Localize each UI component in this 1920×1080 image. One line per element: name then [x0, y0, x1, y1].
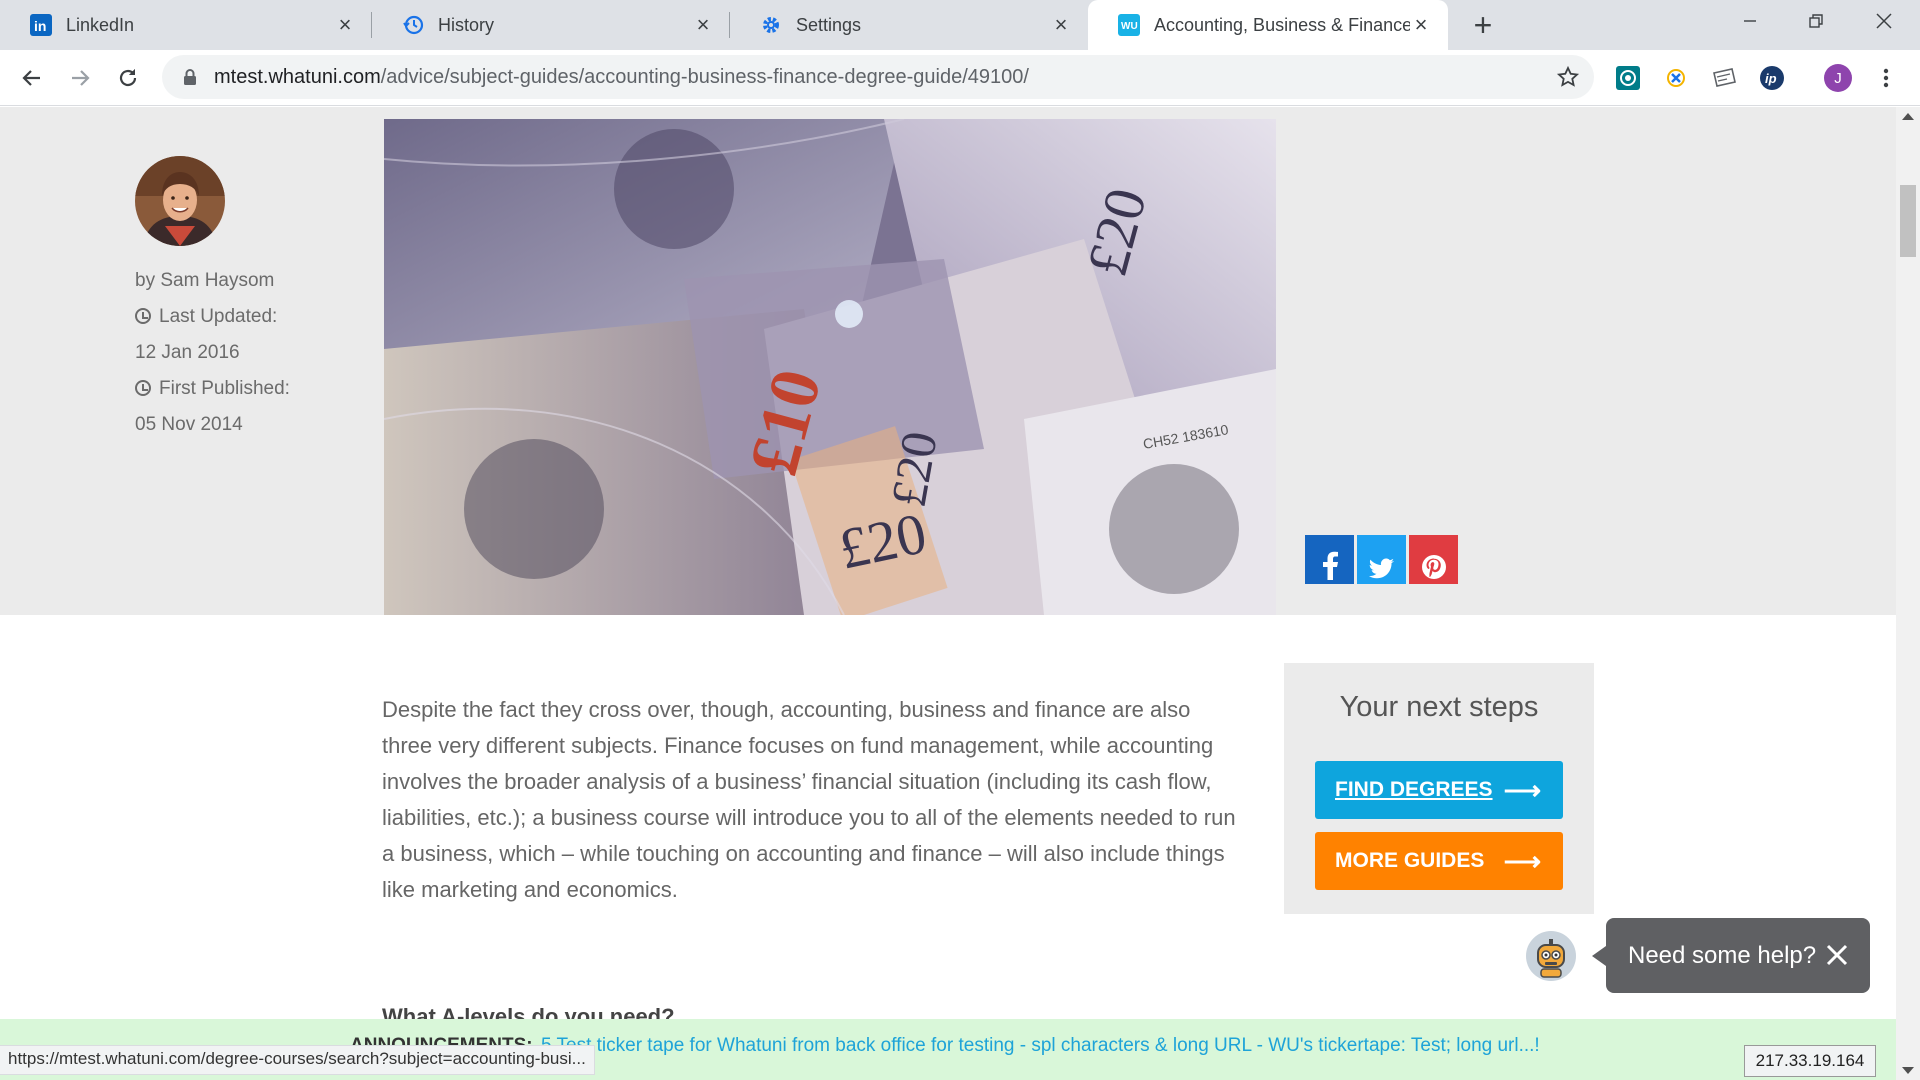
- page-scrollbar[interactable]: [1896, 107, 1920, 1080]
- author-avatar: [135, 156, 225, 246]
- extension-ip-icon[interactable]: ip: [1758, 64, 1786, 92]
- twitter-icon: [1368, 558, 1394, 579]
- first-published-date: 05 Nov 2014: [135, 414, 243, 435]
- reload-button[interactable]: [110, 60, 146, 96]
- last-updated-row: Last Updated:: [135, 299, 290, 335]
- lock-icon[interactable]: [180, 67, 200, 87]
- pinterest-share-button[interactable]: [1409, 535, 1458, 584]
- close-icon[interactable]: ×: [1050, 12, 1072, 37]
- author-meta: by Sam Haysom Last Updated: 12 Jan 2016 …: [135, 263, 290, 443]
- more-guides-button[interactable]: MORE GUIDES ⟶: [1315, 832, 1563, 890]
- tab-accounting-guide[interactable]: WU Accounting, Business & Finance D ×: [1088, 0, 1448, 50]
- tab-title: LinkedIn: [66, 14, 135, 35]
- scroll-up-arrow-icon[interactable]: [1902, 113, 1914, 120]
- arrow-right-icon: ⟶: [1503, 846, 1541, 876]
- help-text: Need some help?: [1628, 941, 1817, 969]
- restore-button[interactable]: [1788, 0, 1844, 42]
- article-paragraph: Despite the fact they cross over, though…: [382, 697, 1236, 902]
- arrow-left-icon: [22, 70, 40, 86]
- scrollbar-thumb[interactable]: [1900, 185, 1916, 257]
- arrow-right-icon: [72, 70, 90, 86]
- back-button[interactable]: [14, 60, 50, 96]
- new-tab-button[interactable]: +: [1466, 7, 1500, 43]
- first-published-row: First Published:: [135, 371, 290, 407]
- tab-title: History: [438, 14, 495, 35]
- next-steps-title: Your next steps: [1339, 691, 1539, 723]
- forward-button[interactable]: [62, 60, 98, 96]
- bookmark-star-icon[interactable]: [1556, 65, 1580, 89]
- help-chat-bubble[interactable]: Need some help?: [1592, 918, 1870, 993]
- linkedin-icon: in: [30, 14, 52, 36]
- extension-compass-icon[interactable]: [1662, 64, 1690, 92]
- svg-text:in: in: [34, 18, 46, 34]
- ip-address-badge: 217.33.19.164: [1744, 1045, 1876, 1077]
- gear-icon: [760, 14, 782, 36]
- address-bar[interactable]: mtest.whatuni.com/advice/subject-guides/…: [162, 55, 1594, 99]
- profile-avatar[interactable]: J: [1824, 64, 1852, 92]
- status-bar-url: https://mtest.whatuni.com/degree-courses…: [0, 1045, 595, 1075]
- tab-strip: in LinkedIn × History × Settings × WU Ac…: [0, 0, 1920, 50]
- more-guides-label: MORE GUIDES: [1335, 849, 1485, 872]
- last-updated-date: 12 Jan 2016: [135, 342, 240, 363]
- url-path: /advice/subject-guides/accounting-busine…: [380, 65, 1029, 88]
- pinterest-icon: [1421, 555, 1446, 579]
- clock-icon: [135, 308, 151, 324]
- extension-card-icon[interactable]: [1710, 64, 1738, 92]
- close-icon[interactable]: [1824, 942, 1850, 968]
- first-published-label: First Published:: [159, 378, 290, 399]
- url-text: mtest.whatuni.com/advice/subject-guides/…: [214, 66, 1029, 89]
- profile-initial: J: [1834, 69, 1842, 87]
- author-byline: by Sam Haysom: [135, 270, 275, 291]
- facebook-icon: [1322, 551, 1338, 580]
- tab-history[interactable]: History ×: [372, 0, 730, 50]
- extension-teal-icon[interactable]: [1614, 64, 1642, 92]
- twitter-share-button[interactable]: [1357, 535, 1406, 584]
- svg-text:ip: ip: [1765, 71, 1777, 86]
- arrow-right-icon: ⟶: [1503, 775, 1541, 805]
- tab-title: Settings: [796, 14, 862, 35]
- url-host: mtest.whatuni.com: [214, 65, 381, 88]
- tab-title: Accounting, Business & Finance D: [1154, 14, 1410, 35]
- whatuni-icon: WU: [1118, 14, 1140, 36]
- announcement-link[interactable]: 5 Test ticker tape for Whatuni from back…: [541, 1035, 1540, 1057]
- find-degrees-label: FIND DEGREES: [1335, 778, 1493, 801]
- chatbot-robot-icon[interactable]: [1526, 931, 1576, 981]
- minimize-button[interactable]: [1722, 0, 1778, 42]
- next-steps-panel: Your next steps FIND DEGREES ⟶ MORE GUID…: [1284, 663, 1594, 914]
- tab-linkedin[interactable]: in LinkedIn ×: [0, 0, 372, 50]
- close-icon[interactable]: ×: [692, 12, 714, 37]
- reload-icon: [119, 69, 137, 87]
- clock-icon: [135, 380, 151, 396]
- scroll-down-arrow-icon[interactable]: [1902, 1067, 1914, 1074]
- facebook-share-button[interactable]: [1305, 535, 1354, 584]
- close-icon[interactable]: ×: [1410, 12, 1432, 37]
- hero-image-banknotes: £20 £20 £20 £10 CH52 183610: [384, 119, 1276, 615]
- browser-toolbar: mtest.whatuni.com/advice/subject-guides/…: [0, 50, 1920, 106]
- history-icon: [402, 14, 424, 36]
- page-content: by Sam Haysom Last Updated: 12 Jan 2016 …: [0, 107, 1896, 1080]
- svg-text:WU: WU: [1121, 21, 1138, 32]
- find-degrees-button[interactable]: FIND DEGREES ⟶: [1315, 761, 1563, 819]
- last-updated-label: Last Updated:: [159, 306, 278, 327]
- tab-settings[interactable]: Settings ×: [730, 0, 1088, 50]
- more-menu-icon[interactable]: [1872, 64, 1900, 92]
- close-window-button[interactable]: [1856, 0, 1912, 42]
- close-icon[interactable]: ×: [334, 12, 356, 37]
